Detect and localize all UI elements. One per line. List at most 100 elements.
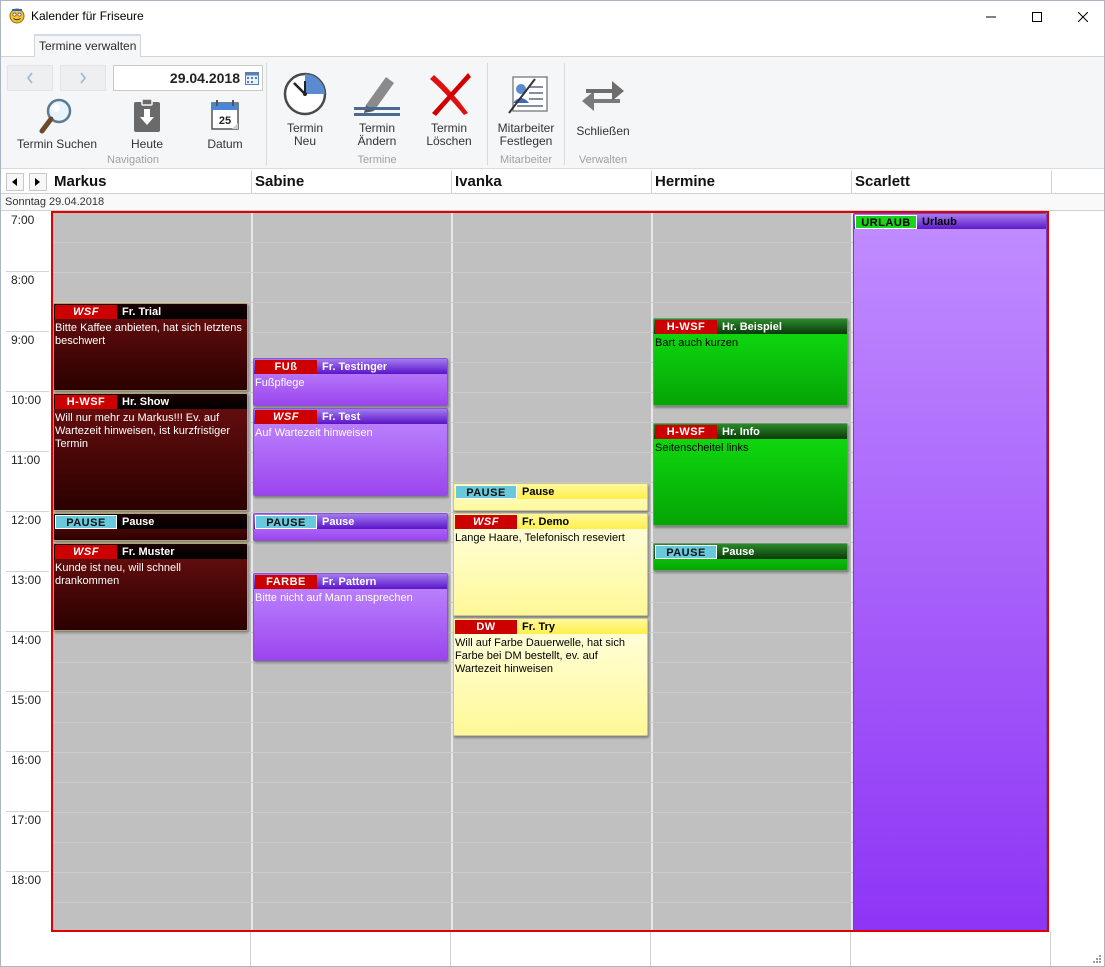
group-label-verwalten: Verwalten: [578, 154, 628, 166]
scroll-right-button[interactable]: [29, 173, 47, 191]
day-grid[interactable]: WSF Fr. Trial Bitte Kaffee anbieten, hat s…: [51, 211, 1049, 932]
grid-footer: [51, 932, 1051, 966]
schliessen-label: Schließen: [576, 124, 630, 138]
appointment-client: Fr. Pattern: [322, 575, 377, 588]
appointment[interactable]: DW Fr. Try Will auf Farbe Dauerwelle, hat …: [453, 618, 648, 736]
time-label: 9:00: [11, 333, 35, 347]
appointment[interactable]: URLAUB Urlaub: [853, 213, 1047, 930]
maximize-icon: [1032, 11, 1042, 22]
ribbon-tab-bar: Termine verwalten: [1, 32, 1104, 57]
appointment[interactable]: FUß Fr. Testinger Fußpflege: [253, 358, 448, 406]
column-header-ivanka[interactable]: Ivanka: [451, 171, 651, 193]
appointment-note: Will auf Farbe Dauerwelle, hat sich Farb…: [455, 637, 625, 675]
appointment[interactable]: PAUSE Pause: [253, 513, 448, 541]
appointment-client: Urlaub: [922, 215, 957, 228]
column-header-markus[interactable]: Markus: [51, 171, 251, 193]
appointment-client: Fr. Testinger: [322, 360, 388, 373]
appointment[interactable]: WSF Fr. Demo Lange Haare, Telefonisch rese…: [453, 513, 648, 616]
appointment[interactable]: WSF Fr. Muster Kunde ist neu, will schnell…: [53, 543, 248, 631]
time-ruler-line: [6, 871, 49, 872]
group-label-mitarbeiter: Mitarbeiter: [500, 154, 552, 166]
footer-column-divider: [850, 932, 851, 966]
appointment[interactable]: WSF Fr. Test Auf Wartezeit hinweisen: [253, 408, 448, 496]
appointment-header: WSF Fr. Test: [254, 409, 447, 424]
termin-loeschen-button[interactable]: Termin Löschen: [419, 69, 479, 148]
time-label: 11:00: [11, 453, 41, 467]
appointment[interactable]: PAUSE Pause: [53, 513, 248, 541]
previous-day-button[interactable]: [7, 65, 53, 91]
appointment-client: Fr. Muster: [122, 545, 175, 558]
service-badge: H-WSF: [55, 394, 117, 409]
termin-loeschen-label-2: Löschen: [426, 134, 472, 148]
appointment[interactable]: PAUSE Pause: [453, 483, 648, 511]
appointment-header: H-WSF Hr. Beispiel: [654, 319, 847, 334]
appointment-note: Lange Haare, Telefonisch reseviert: [455, 532, 625, 544]
appointment-header: URLAUB Urlaub: [854, 214, 1046, 229]
service-badge: URLAUB: [855, 214, 917, 229]
date-picker-icon[interactable]: [245, 71, 259, 85]
appointment-note: Bart auch kurzen: [655, 337, 739, 349]
app-logo-icon: [9, 8, 25, 24]
minimize-button[interactable]: [968, 1, 1014, 32]
resize-grip-icon[interactable]: [1091, 953, 1101, 963]
appointment-note: Seitenscheitel links: [655, 442, 749, 454]
termin-neu-label-2: Neu: [293, 134, 316, 148]
chevron-right-icon: [80, 72, 87, 84]
appointment[interactable]: FARBE Fr. Pattern Bitte nicht auf Mann ans…: [253, 573, 448, 661]
datum-button[interactable]: 25 Datum: [193, 97, 257, 151]
time-label: 17:00: [11, 813, 42, 827]
footer-column-divider: [450, 932, 451, 966]
mitarbeiter-festlegen-button[interactable]: Mitarbeiter Festlegen: [492, 69, 560, 148]
ribbon: 29.04.2018 Termin Suchen Heute 25 Datum …: [1, 57, 1104, 169]
maximize-button[interactable]: [1014, 1, 1060, 32]
appointment[interactable]: PAUSE Pause: [653, 543, 848, 571]
time-label: 8:00: [11, 273, 35, 287]
termin-suchen-button[interactable]: Termin Suchen: [9, 97, 105, 151]
time-ruler-line: [6, 391, 49, 392]
appointment-client: Fr. Trial: [122, 305, 162, 318]
window-title: Kalender für Friseure: [31, 9, 144, 23]
calendar-view: Markus Sabine Ivanka Hermine Scarlett Sonnta…: [1, 169, 1104, 966]
time-ruler-line: [6, 511, 49, 512]
column-header-scarlett[interactable]: Scarlett: [851, 171, 1051, 193]
appointment-header: WSF Fr. Trial: [54, 304, 247, 319]
time-label: 16:00: [11, 753, 42, 767]
appointment-client: Pause: [522, 485, 555, 498]
time-ruler-line: [6, 691, 49, 692]
termin-neu-button[interactable]: Termin Neu: [275, 69, 335, 148]
appointment-note: Auf Wartezeit hinweisen: [255, 427, 373, 439]
appointment-client: Pause: [722, 545, 755, 558]
appointment-header: PAUSE Pause: [254, 514, 447, 529]
time-label: 14:00: [11, 633, 42, 647]
appointment[interactable]: H-WSF Hr. Show Will nur mehr zu Markus!!! …: [53, 393, 248, 511]
heute-button[interactable]: Heute: [115, 97, 179, 151]
appointment-client: Fr. Demo: [522, 515, 570, 528]
group-termine: Termin Neu Termin Ändern Termin Löschen …: [267, 59, 487, 167]
edit-pencil-icon: [354, 77, 400, 116]
column-header-sabine[interactable]: Sabine: [251, 171, 451, 193]
column-header-hermine[interactable]: Hermine: [651, 171, 851, 193]
footer-column-divider: [650, 932, 651, 966]
appointment[interactable]: WSF Fr. Trial Bitte Kaffee anbieten, hat s…: [53, 303, 248, 391]
schliessen-button[interactable]: Schließen: [571, 69, 635, 138]
time-label: 10:00: [11, 393, 42, 407]
next-day-button[interactable]: [60, 65, 106, 91]
tab-termine-verwalten[interactable]: Termine verwalten: [34, 34, 142, 57]
time-label: 15:00: [11, 693, 42, 707]
magnifier-icon: [39, 98, 72, 134]
appointment-header: H-WSF Hr. Show: [54, 394, 247, 409]
appointment-client: Hr. Info: [722, 425, 760, 438]
appointment-note: Kunde ist neu, will schnell drankommen: [55, 562, 181, 587]
service-badge: H-WSF: [655, 424, 717, 439]
scroll-left-button[interactable]: [6, 173, 24, 191]
appointment-note: Bitte nicht auf Mann ansprechen: [255, 592, 413, 604]
column-divider: [1051, 171, 1052, 193]
appointment[interactable]: H-WSF Hr. Beispiel Bart auch kurzen: [653, 318, 848, 406]
appointment[interactable]: H-WSF Hr. Info Seitenscheitel links: [653, 423, 848, 526]
time-ruler-line: [6, 451, 49, 452]
service-badge: WSF: [55, 544, 117, 559]
close-window-button[interactable]: [1060, 1, 1105, 32]
appointment-note: Bitte Kaffee anbieten, hat sich letztens…: [55, 322, 242, 347]
date-field[interactable]: 29.04.2018: [113, 65, 263, 91]
termin-aendern-button[interactable]: Termin Ändern: [347, 69, 407, 148]
